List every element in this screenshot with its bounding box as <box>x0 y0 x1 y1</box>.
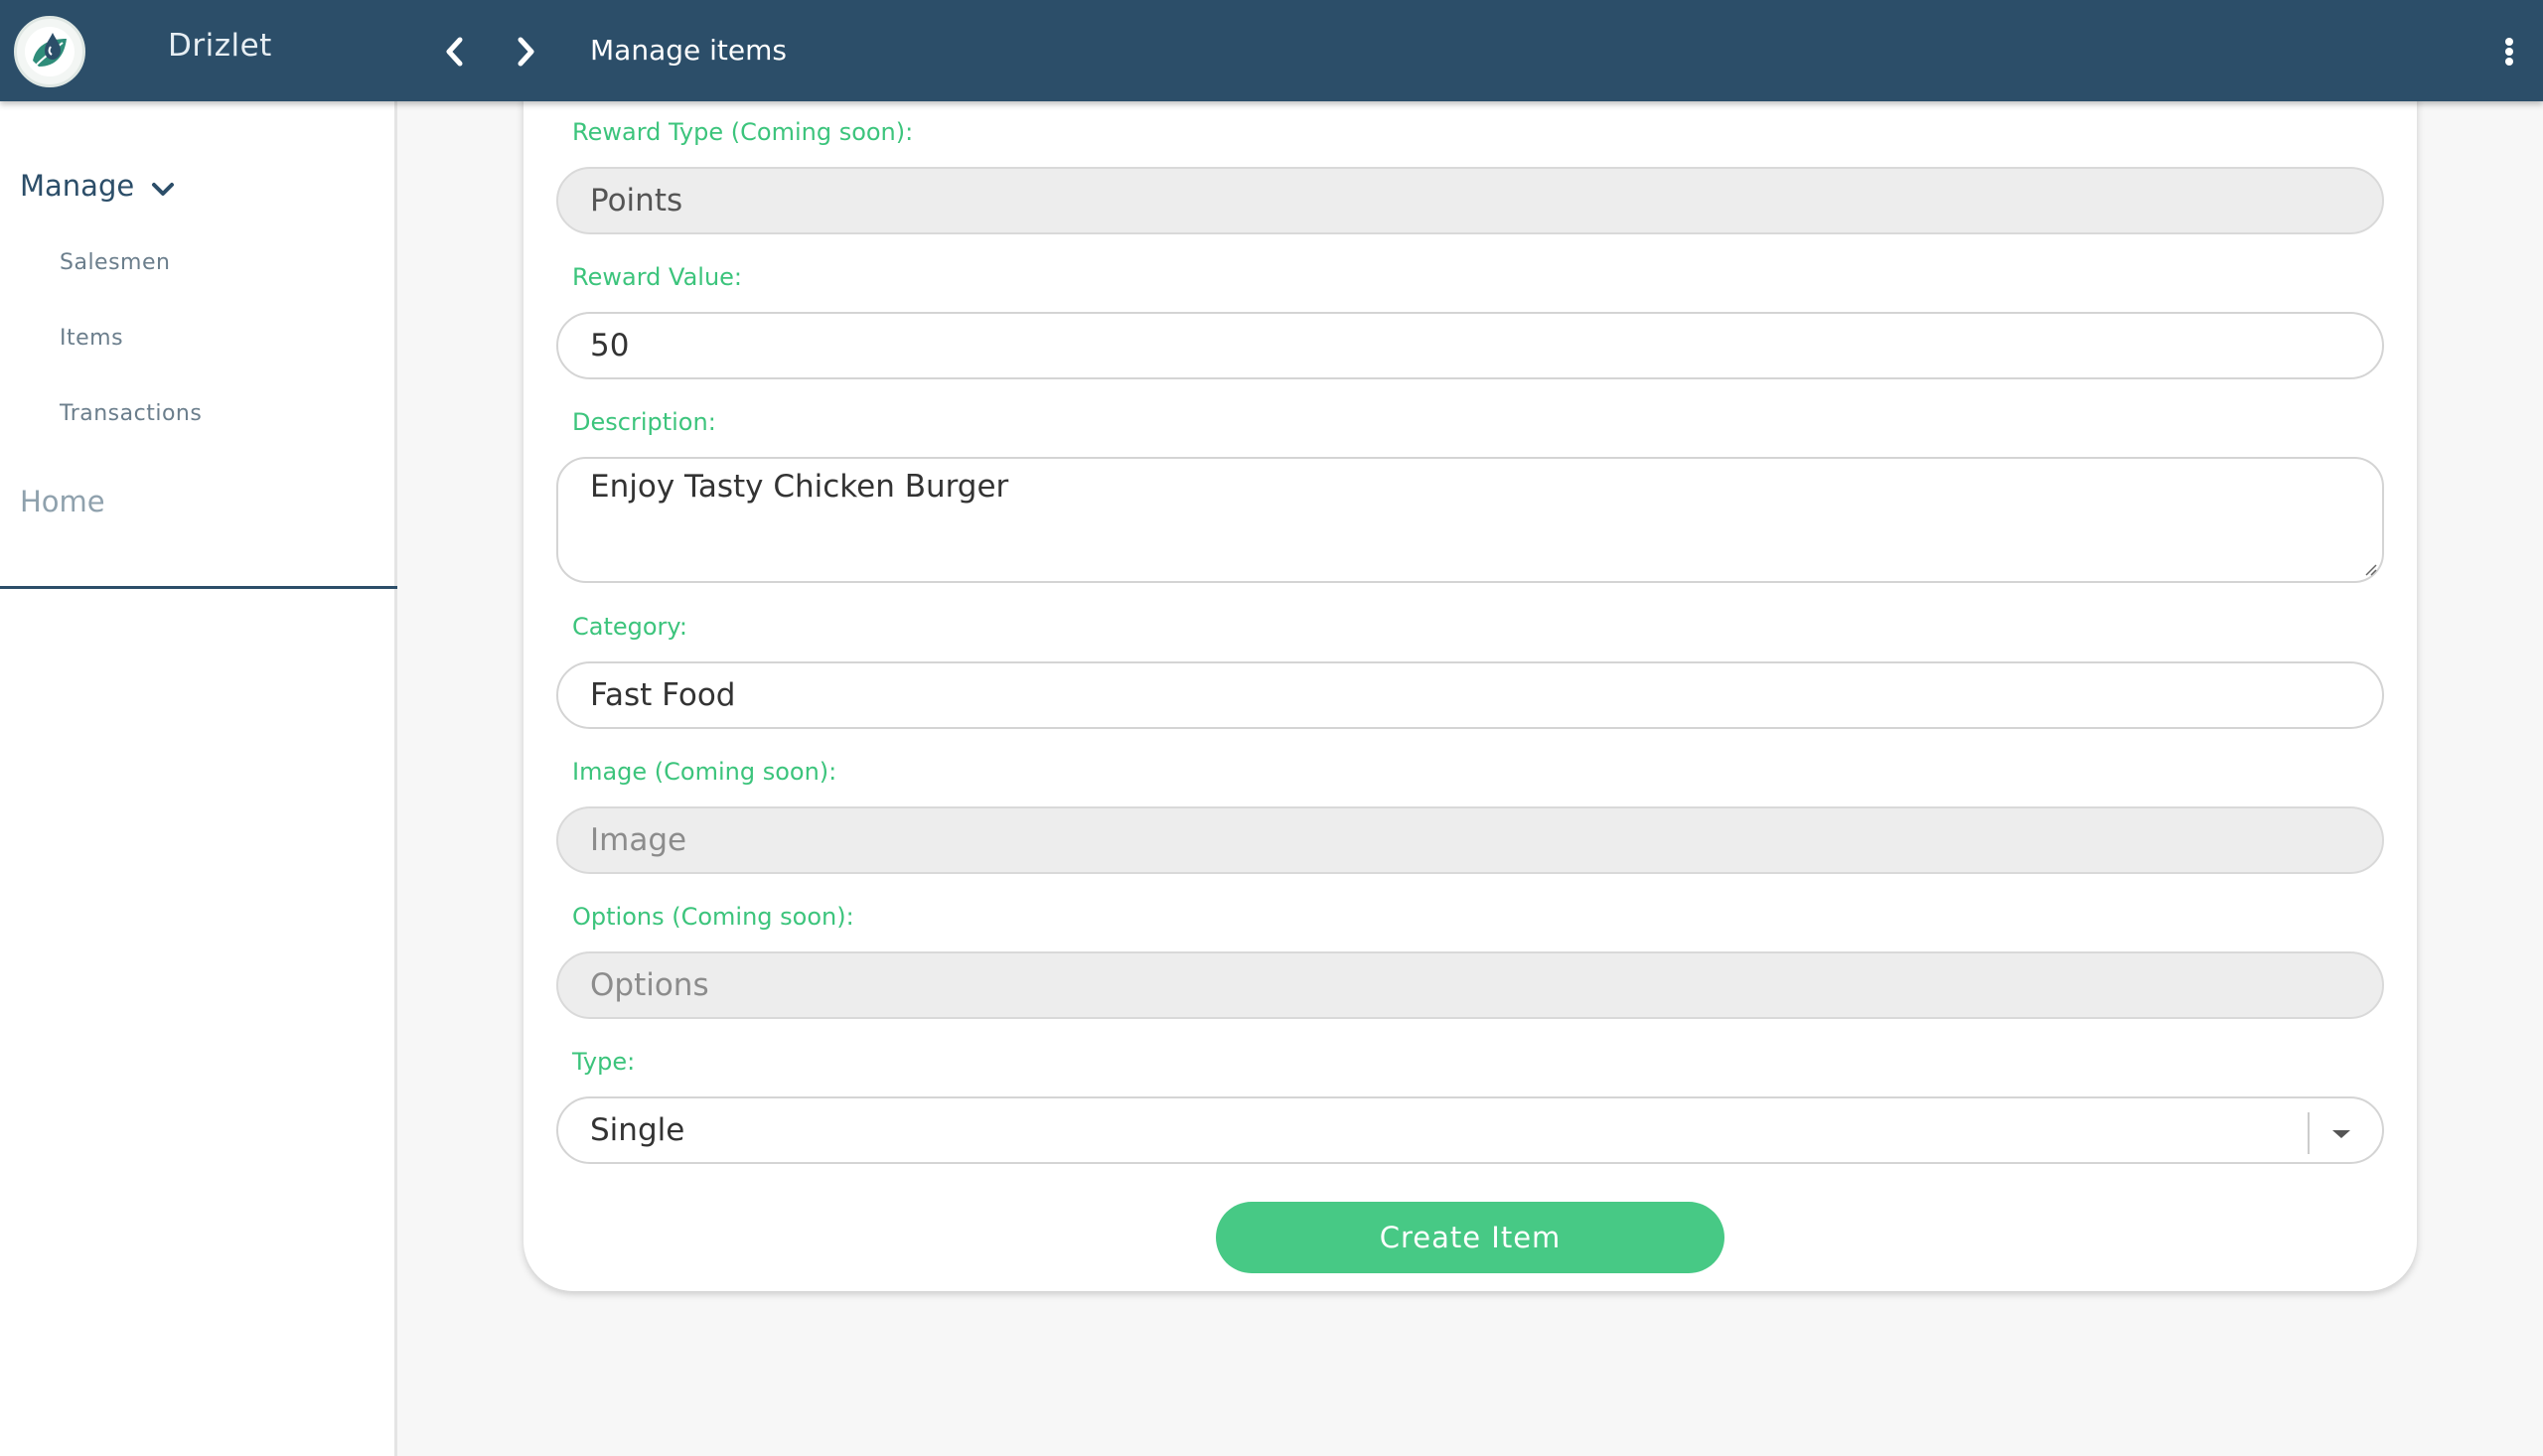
chevron-down-icon <box>151 171 175 205</box>
category-label: Category: <box>572 613 687 641</box>
sidebar-item-salesmen[interactable]: Salesmen <box>60 250 170 275</box>
description-label: Description: <box>572 408 716 436</box>
sidebar-item-transactions[interactable]: Transactions <box>60 401 202 426</box>
top-app-bar: Drizlet Manage items <box>0 0 2543 101</box>
sidebar-item-label: Manage <box>20 169 135 203</box>
description-text: Enjoy Tasty Chicken Burger <box>590 469 1009 505</box>
category-input[interactable]: Fast Food <box>556 661 2384 729</box>
page-title: Manage items <box>590 34 787 67</box>
select-divider <box>2308 1112 2310 1154</box>
forward-button[interactable] <box>506 30 545 73</box>
sidebar-item-manage[interactable]: Manage <box>20 169 175 205</box>
description-textarea[interactable]: Enjoy Tasty Chicken Burger <box>556 457 2384 583</box>
resize-handle-icon[interactable] <box>2362 561 2378 577</box>
sidebar-item-home[interactable]: Home <box>20 485 105 518</box>
create-item-button[interactable]: Create Item <box>1216 1202 1724 1273</box>
sidebar-item-items[interactable]: Items <box>60 326 123 351</box>
type-select-value: Single <box>590 1112 685 1148</box>
image-field: Image <box>556 806 2384 874</box>
type-label: Type: <box>572 1048 636 1076</box>
sidebar: Manage Salesmen Items Transactions Home <box>0 101 397 1456</box>
app-logo-icon[interactable] <box>14 16 85 87</box>
sidebar-nav: Manage Salesmen Items Transactions Home <box>0 101 397 589</box>
reward-value-label: Reward Value: <box>572 263 742 291</box>
kebab-menu-icon <box>2505 38 2513 46</box>
more-menu-button[interactable] <box>2495 30 2523 73</box>
image-label: Image (Coming soon): <box>572 758 837 786</box>
type-select[interactable]: Single <box>556 1096 2384 1164</box>
options-field: Options <box>556 951 2384 1019</box>
options-label: Options (Coming soon): <box>572 903 854 931</box>
chevron-left-icon <box>446 37 463 67</box>
reward-type-label: Reward Type (Coming soon): <box>572 118 914 146</box>
reward-value-input[interactable]: 50 <box>556 312 2384 379</box>
chevron-right-icon <box>518 37 534 67</box>
caret-down-icon[interactable] <box>2330 1127 2352 1141</box>
reward-type-field: Points <box>556 167 2384 234</box>
app-name: Drizlet <box>168 28 272 64</box>
back-button[interactable] <box>435 30 475 73</box>
kebab-dot <box>2505 58 2513 66</box>
kebab-dot <box>2505 48 2513 56</box>
